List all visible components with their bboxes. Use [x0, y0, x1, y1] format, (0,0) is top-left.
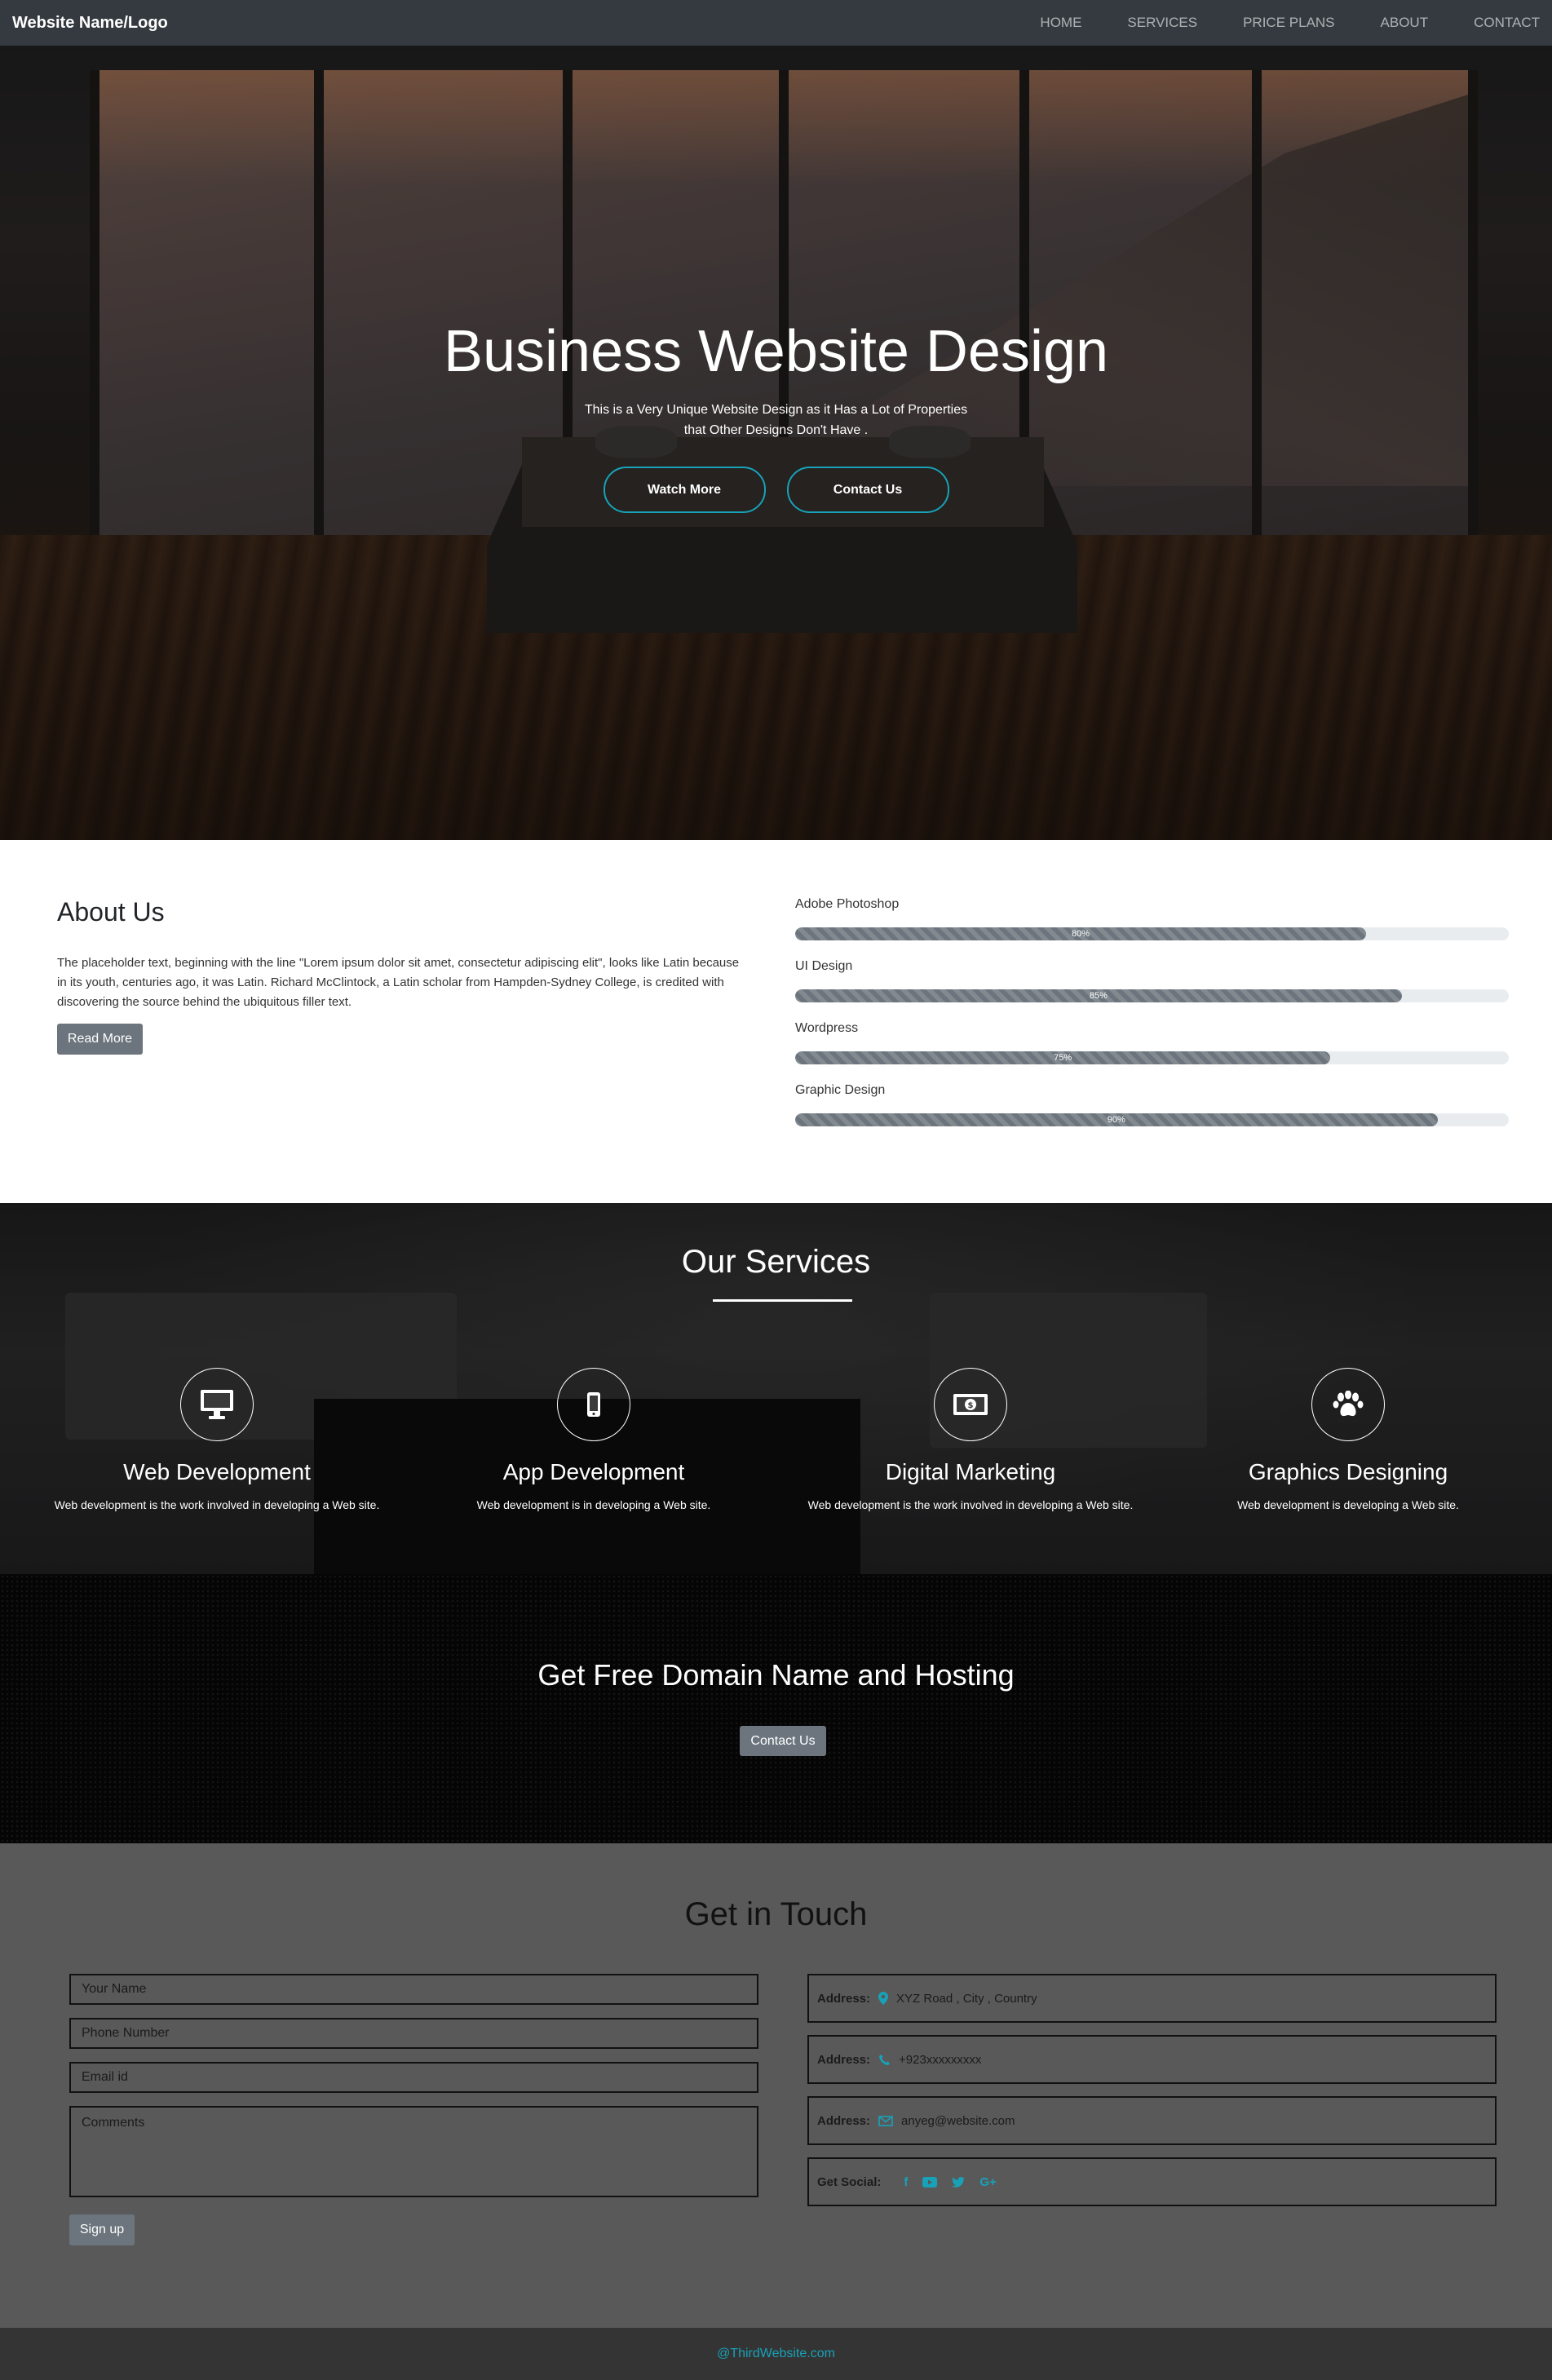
progress-bar: 90%	[795, 1113, 1509, 1126]
email-value: anyeg@website.com	[901, 2113, 1015, 2128]
hero-contact-button[interactable]: Contact Us	[786, 467, 949, 514]
social-box: Get Social: f G+	[807, 2157, 1497, 2206]
service-card-digital-marketing: $ Digital Marketing Web development is t…	[783, 1368, 1158, 1511]
signup-button[interactable]: Sign up	[69, 2214, 135, 2245]
skill-item: UI Design 85%	[795, 959, 1509, 1021]
service-name: App Development	[502, 1459, 685, 1484]
service-description: Web development is in developing a Web s…	[476, 1498, 711, 1511]
read-more-button[interactable]: Read More	[57, 1024, 143, 1055]
name-input[interactable]: Your Name	[69, 1974, 758, 2005]
service-name: Web Development	[123, 1459, 311, 1484]
mobile-icon	[557, 1368, 630, 1441]
about-title: About Us	[57, 897, 165, 927]
skill-label: UI Design	[795, 959, 853, 973]
progress-fill: 75%	[795, 1051, 1331, 1064]
nav-link-about[interactable]: ABOUT	[1381, 15, 1429, 31]
skill-label: Graphic Design	[795, 1083, 886, 1097]
youtube-icon[interactable]	[922, 2176, 938, 2188]
footer: @ThirdWebsite.com	[0, 2328, 1552, 2380]
brand-logo[interactable]: Website Name/Logo	[12, 14, 168, 33]
domain-section: Get Free Domain Name and Hosting Contact…	[0, 1574, 1552, 1843]
nav-link-services[interactable]: SERVICES	[1127, 15, 1197, 31]
contact-section: Get in Touch Your Name Phone Number Emai…	[0, 1843, 1552, 2328]
nav-link-price-plans[interactable]: PRICE PLANS	[1243, 15, 1334, 31]
contact-title: Get in Touch	[684, 1896, 868, 1932]
service-description: Web development is the work involved in …	[807, 1498, 1134, 1511]
skill-item: Wordpress 75%	[795, 1021, 1509, 1083]
facebook-icon[interactable]: f	[904, 2175, 908, 2189]
address-label: Address:	[817, 1991, 871, 2006]
service-card-web-development: Web Development Web development is the w…	[29, 1368, 405, 1511]
watch-more-button[interactable]: Watch More	[603, 467, 766, 514]
progress-fill: 90%	[795, 1113, 1438, 1126]
about-section: About Us The placeholder text, beginning…	[0, 840, 1552, 1203]
comments-textarea[interactable]: Comments	[69, 2106, 758, 2197]
service-description: Web development is the work involved in …	[54, 1498, 380, 1511]
skill-label: Adobe Photoshop	[795, 897, 900, 911]
skill-item: Graphic Design 90%	[795, 1083, 1509, 1145]
address-box: Address: XYZ Road , City , Country	[807, 1974, 1497, 2023]
svg-text:$: $	[968, 1401, 974, 1410]
phone-value: +923xxxxxxxxx	[899, 2052, 982, 2067]
map-marker-icon	[878, 1992, 889, 2005]
skill-item: Adobe Photoshop 80%	[795, 897, 1509, 959]
google-plus-icon[interactable]: G+	[979, 2175, 996, 2189]
phone-icon	[878, 2054, 891, 2066]
envelope-icon	[878, 2115, 893, 2126]
skills-list: Adobe Photoshop 80% UI Design 85% Wordpr…	[795, 897, 1509, 1145]
progress-bar: 85%	[795, 989, 1509, 1002]
title-underline	[713, 1299, 852, 1302]
nav-link-contact[interactable]: CONTACT	[1474, 15, 1540, 31]
hero-subtitle: This is a Very Unique Website Design as …	[584, 403, 968, 438]
skill-label: Wordpress	[795, 1021, 859, 1035]
progress-fill: 85%	[795, 989, 1402, 1002]
money-icon: $	[934, 1368, 1007, 1441]
social-label: Get Social:	[817, 2174, 882, 2189]
progress-bar: 80%	[795, 927, 1509, 940]
hero-title: Business Website Design	[443, 319, 1109, 384]
hero-buttons: Watch More Contact Us	[0, 467, 1552, 514]
paw-icon	[1311, 1368, 1385, 1441]
email-label: Address:	[817, 2113, 871, 2128]
hero-section: Business Website Design This is a Very U…	[0, 46, 1552, 840]
service-name: Digital Marketing	[885, 1459, 1056, 1484]
progress-fill: 80%	[795, 927, 1366, 940]
about-text: The placeholder text, beginning with the…	[57, 956, 740, 1009]
about-content: About Us The placeholder text, beginning…	[57, 897, 746, 1055]
email-input[interactable]: Email id	[69, 2062, 758, 2093]
footer-text[interactable]: @ThirdWebsite.com	[717, 2347, 835, 2361]
service-description: Web development is developing a Web site…	[1237, 1498, 1459, 1511]
progress-bar: 75%	[795, 1051, 1509, 1064]
address-value: XYZ Road , City , Country	[896, 1991, 1037, 2006]
phone-box: Address: +923xxxxxxxxx	[807, 2035, 1497, 2084]
domain-contact-button[interactable]: Contact Us	[740, 1726, 826, 1756]
desktop-icon	[180, 1368, 254, 1441]
services-title: Our Services	[681, 1244, 871, 1280]
phone-input[interactable]: Phone Number	[69, 2018, 758, 2049]
nav-links: HOME SERVICES PRICE PLANS ABOUT CONTACT	[994, 15, 1540, 31]
nav-link-home[interactable]: HOME	[1040, 15, 1081, 31]
hero-content: Business Website Design This is a Very U…	[0, 316, 1552, 514]
service-card-graphics-designing: Graphics Designing Web development is de…	[1161, 1368, 1536, 1511]
service-card-app-development: App Development Web development is in de…	[406, 1368, 781, 1511]
service-name: Graphics Designing	[1248, 1459, 1448, 1484]
phone-label: Address:	[817, 2052, 871, 2067]
navbar: Website Name/Logo HOME SERVICES PRICE PL…	[0, 0, 1552, 46]
email-box: Address: anyeg@website.com	[807, 2096, 1497, 2145]
domain-title: Get Free Domain Name and Hosting	[537, 1658, 1015, 1692]
twitter-icon[interactable]	[952, 2176, 966, 2188]
services-section: Our Services Web Development Web develop…	[0, 1203, 1552, 1574]
